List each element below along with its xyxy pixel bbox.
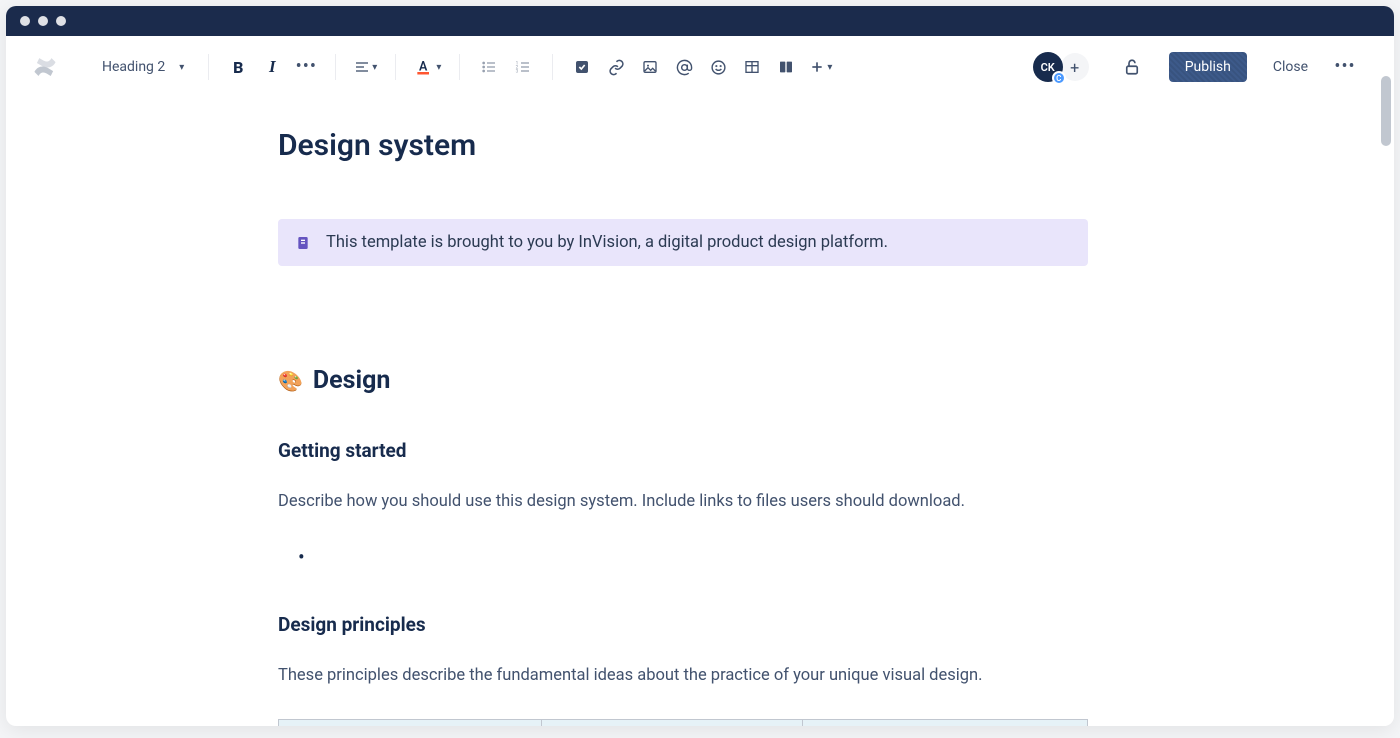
toolbar-separator xyxy=(208,54,209,80)
table-button[interactable] xyxy=(737,52,767,82)
more-actions-button[interactable]: ••• xyxy=(1330,52,1360,82)
panel-info-icon xyxy=(294,234,312,252)
table-header-row: Principle one Principle two Principle th… xyxy=(279,719,1088,726)
section-heading-design[interactable]: 🎨 Design xyxy=(278,366,1088,395)
layouts-button[interactable] xyxy=(771,52,801,82)
info-panel-text: This template is brought to you by InVis… xyxy=(326,233,888,252)
publish-button[interactable]: Publish xyxy=(1169,52,1247,82)
chevron-down-icon: ▾ xyxy=(436,62,441,73)
toolbar-separator xyxy=(552,54,553,80)
numbered-list-button[interactable]: 1 2 3 xyxy=(508,52,538,82)
chevron-down-icon: ▾ xyxy=(827,62,832,73)
document-body[interactable]: Design system This template is brought t… xyxy=(278,98,1088,726)
table-header-cell[interactable]: Principle three xyxy=(803,719,1088,726)
bold-button[interactable]: B xyxy=(223,52,253,82)
collaborator-avatar[interactable]: CK C xyxy=(1033,52,1063,82)
link-button[interactable] xyxy=(601,52,631,82)
toolbar-separator xyxy=(395,54,396,80)
action-item-button[interactable] xyxy=(567,52,597,82)
chevron-down-icon: ▾ xyxy=(179,62,184,73)
scrollbar-track[interactable] xyxy=(1378,36,1394,726)
traffic-close[interactable] xyxy=(20,16,30,26)
svg-text:3: 3 xyxy=(516,68,519,74)
editor-toolbar: Heading 2 ▾ B I ••• ▾ A xyxy=(6,36,1378,98)
paragraph-getting-started[interactable]: Describe how you should use this design … xyxy=(278,490,1088,515)
avatar-initials: CK xyxy=(1041,61,1055,74)
scrollbar-thumb[interactable] xyxy=(1381,76,1391,146)
page-title[interactable]: Design system xyxy=(278,128,1088,163)
close-button[interactable]: Close xyxy=(1261,52,1320,82)
presence-badge: C xyxy=(1052,71,1066,85)
restrictions-button[interactable] xyxy=(1117,52,1147,82)
table-header-cell[interactable]: Principle two xyxy=(541,719,803,726)
mention-button[interactable] xyxy=(669,52,699,82)
insert-dropdown[interactable]: ▾ xyxy=(805,52,836,82)
info-panel[interactable]: This template is brought to you by InVis… xyxy=(278,219,1088,266)
app-window: Heading 2 ▾ B I ••• ▾ A xyxy=(6,6,1394,726)
text-color-dropdown[interactable]: A ▾ xyxy=(410,52,445,82)
palette-emoji-icon: 🎨 xyxy=(278,369,303,393)
editor-content: Heading 2 ▾ B I ••• ▾ A xyxy=(6,36,1378,726)
traffic-minimize[interactable] xyxy=(38,16,48,26)
close-label: Close xyxy=(1273,59,1308,75)
section-heading-text: Design xyxy=(313,366,391,395)
empty-bullet-item[interactable]: • xyxy=(298,545,1088,569)
image-button[interactable] xyxy=(635,52,665,82)
table-header-cell[interactable]: Principle one xyxy=(279,719,542,726)
text-style-label: Heading 2 xyxy=(102,59,165,75)
italic-button[interactable]: I xyxy=(257,52,287,82)
window-titlebar xyxy=(6,6,1394,36)
confluence-logo-icon xyxy=(28,50,62,84)
align-dropdown[interactable]: ▾ xyxy=(350,52,381,82)
text-style-dropdown[interactable]: Heading 2 ▾ xyxy=(92,53,194,81)
chevron-down-icon: ▾ xyxy=(372,62,377,73)
subheading-getting-started[interactable]: Getting started xyxy=(278,439,1088,462)
principles-table[interactable]: Principle one Principle two Principle th… xyxy=(278,719,1088,727)
toolbar-separator xyxy=(459,54,460,80)
publish-label: Publish xyxy=(1185,59,1231,75)
more-formatting-button[interactable]: ••• xyxy=(291,52,321,82)
emoji-button[interactable] xyxy=(703,52,733,82)
main-area: Heading 2 ▾ B I ••• ▾ A xyxy=(6,36,1394,726)
bullet-list-button[interactable] xyxy=(474,52,504,82)
paragraph-design-principles[interactable]: These principles describe the fundamenta… xyxy=(278,664,1088,689)
toolbar-separator xyxy=(335,54,336,80)
subheading-design-principles[interactable]: Design principles xyxy=(278,613,1088,636)
traffic-maximize[interactable] xyxy=(56,16,66,26)
